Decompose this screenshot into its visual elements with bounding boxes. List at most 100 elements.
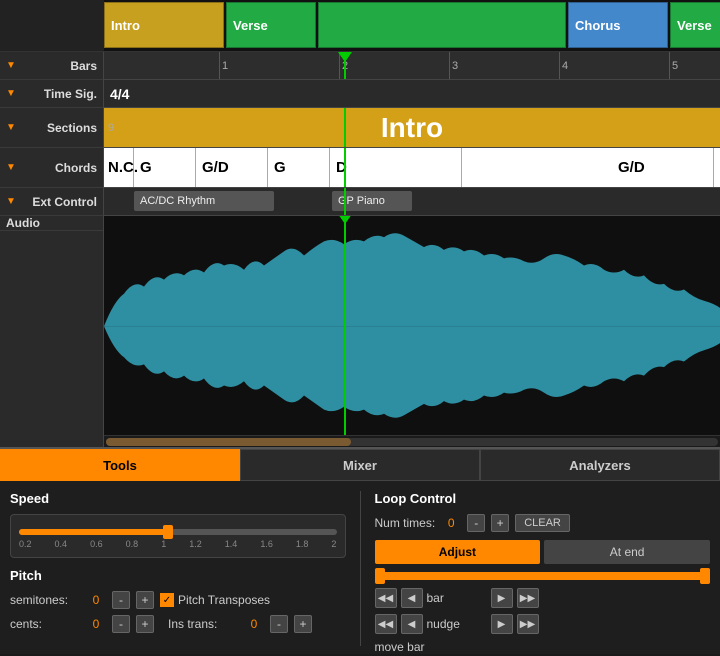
ruler-line xyxy=(559,52,560,79)
ruler-mark: 1 xyxy=(222,52,228,79)
ins-trans-increment[interactable]: + xyxy=(294,615,312,633)
nudge-prev-btn[interactable]: ◀◀ xyxy=(375,614,397,634)
audio-row xyxy=(104,216,720,435)
sections-playhead xyxy=(344,108,346,147)
extctrl-label-row: ▼ Ext Control xyxy=(0,188,103,216)
nudge-next-single-btn[interactable]: ▶ xyxy=(491,614,513,634)
pitch-transposes-text: Pitch Transposes xyxy=(178,593,270,607)
bottom-content: Speed 0.2 0.4 0.6 0.8 1 1.2 1.4 1.6 1.8 … xyxy=(0,481,720,656)
nudge-next-btn[interactable]: ▶▶ xyxy=(517,614,539,634)
speed-slider-track[interactable] xyxy=(19,529,337,535)
ruler-playhead-triangle xyxy=(338,52,352,62)
num-times-value: 0 xyxy=(441,516,461,530)
bars-label-row: ▼ Bars xyxy=(0,52,103,80)
chord-block[interactable]: G/D xyxy=(198,148,268,187)
sections-row[interactable]: 9 Intro xyxy=(104,108,720,148)
nudge-label: nudge xyxy=(427,617,487,631)
panel-divider xyxy=(360,491,361,646)
ruler-mark: 3 xyxy=(452,52,458,79)
bar-prev-btn[interactable]: ◀◀ xyxy=(375,588,397,608)
at-end-button[interactable]: At end xyxy=(544,540,710,564)
num-times-decrement[interactable]: - xyxy=(467,514,485,532)
chords-label: Chords xyxy=(55,161,97,175)
bar-nav-row: ◀◀ ◀ bar ▶ ▶▶ xyxy=(375,588,711,608)
speed-slider-container[interactable]: 0.2 0.4 0.6 0.8 1 1.2 1.4 1.6 1.8 2 xyxy=(10,514,346,558)
loop-slider-left-handle[interactable] xyxy=(375,568,385,584)
top-segment[interactable]: Intro xyxy=(104,2,224,48)
tab-tools[interactable]: Tools xyxy=(0,449,240,481)
extctrl-label: Ext Control xyxy=(32,195,97,209)
top-label-area xyxy=(0,0,104,51)
cents-decrement[interactable]: - xyxy=(112,615,130,633)
top-segment[interactable]: Verse xyxy=(226,2,316,48)
semitones-increment[interactable]: + xyxy=(136,591,154,609)
pitch-section: Pitch semitones: 0 - + ✓ Pitch Transpose… xyxy=(10,568,346,633)
timesig-row: 4/4 xyxy=(104,80,720,108)
cents-label: cents: xyxy=(10,617,80,631)
timesig-label-row: ▼ Time Sig. xyxy=(0,80,103,108)
bars-arrow: ▼ xyxy=(6,60,16,71)
clear-button[interactable]: CLEAR xyxy=(515,514,570,532)
right-content: 12345 4/4 9 Intro N.C.GG/DGDG/D AC/DC Rh… xyxy=(104,52,720,447)
speed-slider-labels: 0.2 0.4 0.6 0.8 1 1.2 1.4 1.6 1.8 2 xyxy=(19,539,337,549)
chord-block[interactable]: G xyxy=(136,148,196,187)
semitones-label: semitones: xyxy=(10,593,80,607)
semitones-value: 0 xyxy=(86,593,106,607)
top-segment[interactable] xyxy=(318,2,566,48)
ruler-mark: 4 xyxy=(562,52,568,79)
adjust-button[interactable]: Adjust xyxy=(375,540,541,564)
chord-block[interactable]: N.C. xyxy=(104,148,134,187)
cents-row: cents: 0 - + Ins trans: 0 - + xyxy=(10,615,346,633)
cents-value: 0 xyxy=(86,617,106,631)
chords-row[interactable]: N.C.GG/DGDG/D xyxy=(104,148,720,188)
sections-label: Sections xyxy=(47,121,97,135)
cents-increment[interactable]: + xyxy=(136,615,154,633)
loop-slider-track[interactable] xyxy=(375,572,711,580)
pitch-title: Pitch xyxy=(10,568,346,583)
bottom-panel: Tools Mixer Analyzers Speed 0.2 0.4 0.6 … xyxy=(0,447,720,654)
bar-label: bar xyxy=(427,591,487,605)
tab-mixer[interactable]: Mixer xyxy=(240,449,480,481)
extctrl-row[interactable]: AC/DC RhythmGP Piano xyxy=(104,188,720,216)
ruler-line xyxy=(449,52,450,79)
ruler-line xyxy=(669,52,670,79)
bars-label: Bars xyxy=(70,59,97,73)
section-block-intro: Intro xyxy=(104,108,720,147)
nudge-nav-row: ◀◀ ◀ nudge ▶ ▶▶ xyxy=(375,614,711,634)
num-times-increment[interactable]: + xyxy=(491,514,509,532)
movebar-label: move bar xyxy=(375,640,435,654)
ruler-playhead xyxy=(344,52,346,79)
nudge-prev-single-btn[interactable]: ◀ xyxy=(401,614,423,634)
scrollbar-thumb[interactable] xyxy=(106,438,351,446)
ext-block[interactable]: AC/DC Rhythm xyxy=(134,191,274,211)
ins-trans-decrement[interactable]: - xyxy=(270,615,288,633)
playhead-triangle xyxy=(338,216,352,224)
loop-slider-right-handle[interactable] xyxy=(700,568,710,584)
ins-trans-value: 0 xyxy=(244,617,264,631)
chords-label-row: ▼ Chords xyxy=(0,148,103,188)
speed-title: Speed xyxy=(10,491,346,506)
scrollbar-track[interactable] xyxy=(106,438,718,446)
timesig-arrow: ▼ xyxy=(6,88,16,99)
bar-next-btn[interactable]: ▶▶ xyxy=(517,588,539,608)
speed-slider-thumb[interactable] xyxy=(163,525,173,539)
chord-block[interactable]: G/D xyxy=(614,148,714,187)
chord-block[interactable]: G xyxy=(270,148,330,187)
loop-title: Loop Control xyxy=(375,491,711,506)
semitones-row: semitones: 0 - + ✓ Pitch Transposes xyxy=(10,591,346,609)
pitch-transposes-checkbox[interactable]: ✓ xyxy=(160,593,174,607)
top-segment[interactable]: Chorus xyxy=(568,2,668,48)
tab-analyzers[interactable]: Analyzers xyxy=(480,449,720,481)
top-segment[interactable]: Verse xyxy=(670,2,720,48)
chords-arrow: ▼ xyxy=(6,162,16,173)
movebar-row: move bar xyxy=(375,640,711,654)
chord-block[interactable]: D xyxy=(332,148,462,187)
right-controls: Loop Control Num times: 0 - + CLEAR Adju… xyxy=(375,491,711,646)
bar-prev-single-btn[interactable]: ◀ xyxy=(401,588,423,608)
semitones-decrement[interactable]: - xyxy=(112,591,130,609)
scrollbar-container[interactable] xyxy=(104,435,720,447)
ruler-line xyxy=(219,52,220,79)
bar-next-single-btn[interactable]: ▶ xyxy=(491,588,513,608)
ruler-row[interactable]: 12345 xyxy=(104,52,720,80)
ins-trans-label: Ins trans: xyxy=(168,617,238,631)
